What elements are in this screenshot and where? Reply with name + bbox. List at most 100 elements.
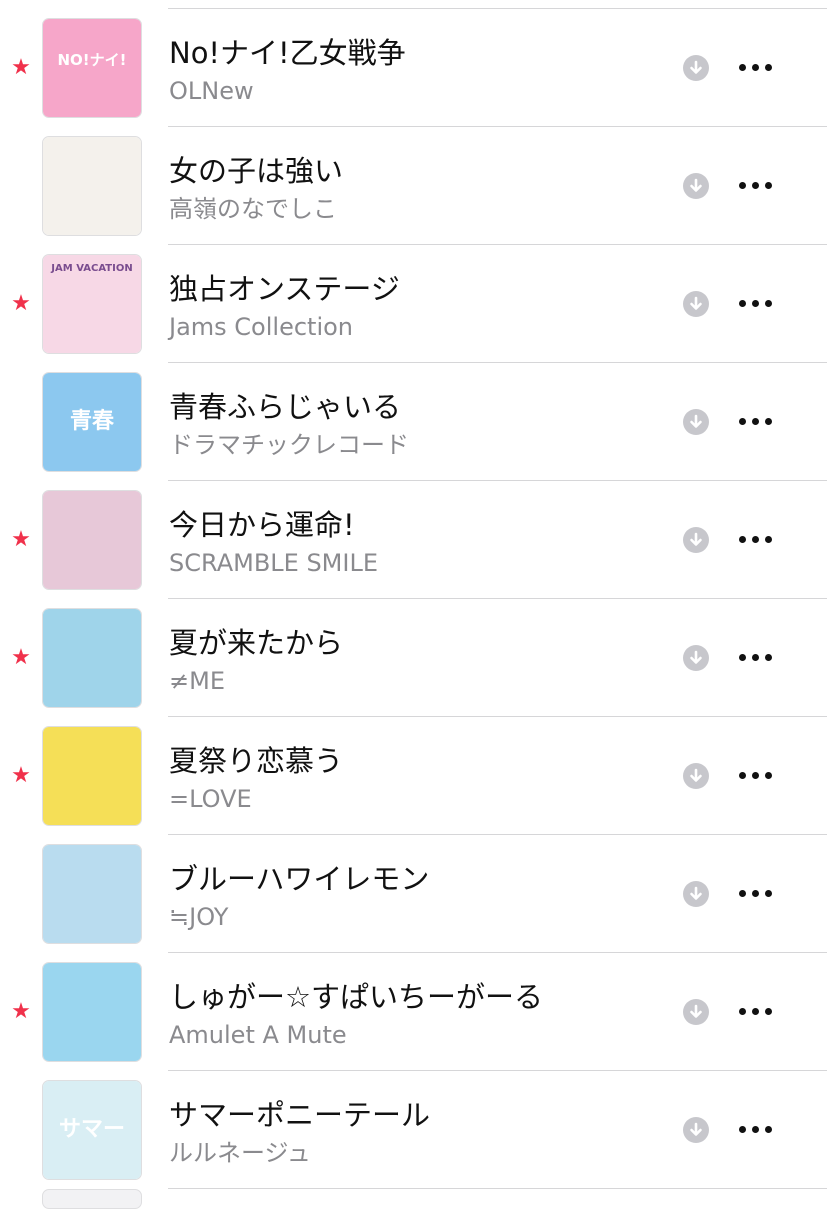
album-art[interactable] bbox=[42, 490, 142, 590]
more-dot bbox=[739, 772, 746, 779]
album-art[interactable]: JAM VACATION bbox=[42, 254, 142, 354]
more-dot bbox=[739, 300, 746, 307]
album-art[interactable] bbox=[42, 844, 142, 944]
more-dot bbox=[765, 772, 772, 779]
song-artist: ドラマチックレコード bbox=[169, 431, 409, 459]
album-art-image bbox=[43, 963, 141, 1061]
download-icon[interactable] bbox=[683, 173, 709, 199]
album-art[interactable]: 青春 bbox=[42, 372, 142, 472]
more-dot bbox=[739, 536, 746, 543]
more-dot bbox=[765, 182, 772, 189]
song-artist: 高嶺のなでしこ bbox=[169, 195, 337, 223]
star-icon: ★ bbox=[11, 999, 31, 1024]
more-dot bbox=[765, 890, 772, 897]
song-artist: SCRAMBLE SMILE bbox=[169, 549, 379, 577]
album-art-text: サマー bbox=[58, 1117, 125, 1142]
download-icon[interactable] bbox=[683, 527, 709, 553]
more-dot bbox=[765, 1008, 772, 1015]
album-art[interactable] bbox=[42, 136, 142, 236]
album-art[interactable] bbox=[42, 608, 142, 708]
album-art-partial bbox=[42, 1189, 142, 1209]
download-icon[interactable] bbox=[683, 291, 709, 317]
more-icon[interactable] bbox=[737, 53, 773, 83]
song-row[interactable]: ★ 夏が来たから ≠ME bbox=[0, 599, 827, 717]
more-dot bbox=[739, 890, 746, 897]
song-artist: =LOVE bbox=[169, 785, 252, 813]
song-title: 女の子は強い bbox=[169, 154, 344, 188]
star-icon: ★ bbox=[11, 291, 31, 316]
song-row[interactable]: ★ しゅがー☆すぱいちーがーる Amulet A Mute bbox=[0, 953, 827, 1071]
more-dot bbox=[765, 536, 772, 543]
more-icon[interactable] bbox=[737, 525, 773, 555]
more-dot bbox=[739, 418, 746, 425]
song-row[interactable]: 女の子は強い高嶺のなでしこ bbox=[0, 127, 827, 245]
song-row[interactable]: 青春 青春ふらじゃいるドラマチックレコード bbox=[0, 363, 827, 481]
album-art-image bbox=[43, 845, 141, 943]
more-dot bbox=[765, 418, 772, 425]
more-dot bbox=[752, 64, 759, 71]
more-dot bbox=[752, 536, 759, 543]
more-dot bbox=[752, 654, 759, 661]
song-row[interactable]: ブルーハワイレモン ≒JOY bbox=[0, 835, 827, 953]
album-art-text: NO!ナイ! bbox=[57, 51, 127, 69]
download-icon[interactable] bbox=[683, 763, 709, 789]
download-icon[interactable] bbox=[683, 645, 709, 671]
more-dot bbox=[752, 300, 759, 307]
more-icon[interactable] bbox=[737, 1115, 773, 1145]
song-artist: ルルネージュ bbox=[169, 1139, 311, 1167]
download-icon[interactable] bbox=[683, 1117, 709, 1143]
album-art[interactable] bbox=[42, 962, 142, 1062]
download-icon[interactable] bbox=[683, 999, 709, 1025]
more-dot bbox=[739, 1008, 746, 1015]
song-title: サマーポニーテール bbox=[169, 1098, 431, 1132]
more-icon[interactable] bbox=[737, 643, 773, 673]
album-art[interactable]: サマー bbox=[42, 1080, 142, 1180]
song-title: 独占オンステージ bbox=[169, 272, 400, 306]
song-artist: ≠ME bbox=[169, 667, 225, 695]
album-art-image bbox=[43, 491, 141, 589]
album-art-image bbox=[43, 727, 141, 825]
more-dot bbox=[752, 418, 759, 425]
song-row[interactable]: ★ JAM VACATION 独占オンステージ Jams Collection bbox=[0, 245, 827, 363]
more-dot bbox=[752, 1008, 759, 1015]
song-title: ブルーハワイレモン bbox=[169, 862, 430, 896]
song-row[interactable]: サマー サマーポニーテールルルネージュ bbox=[0, 1071, 827, 1189]
song-artist: Jams Collection bbox=[169, 313, 354, 341]
more-icon[interactable] bbox=[737, 171, 773, 201]
more-dot bbox=[752, 890, 759, 897]
download-icon[interactable] bbox=[683, 55, 709, 81]
more-icon[interactable] bbox=[737, 407, 773, 437]
star-icon: ★ bbox=[11, 527, 31, 552]
song-row[interactable]: ★ 今日から運命! SCRAMBLE SMILE bbox=[0, 481, 827, 599]
more-dot bbox=[739, 64, 746, 71]
album-art-image bbox=[43, 137, 141, 235]
more-dot bbox=[765, 300, 772, 307]
song-title: 青春ふらじゃいる bbox=[169, 390, 402, 424]
song-title: 夏祭り恋慕う bbox=[169, 744, 344, 778]
star-icon: ★ bbox=[11, 55, 31, 80]
song-row[interactable]: ★ NO!ナイ! No!ナイ!乙女戦争 OLNew bbox=[0, 9, 827, 127]
more-dot bbox=[739, 654, 746, 661]
more-icon[interactable] bbox=[737, 761, 773, 791]
more-dot bbox=[739, 182, 746, 189]
download-icon[interactable] bbox=[683, 881, 709, 907]
song-row[interactable]: ★ 夏祭り恋慕う =LOVE bbox=[0, 717, 827, 835]
download-icon[interactable] bbox=[683, 409, 709, 435]
album-art[interactable] bbox=[42, 726, 142, 826]
more-icon[interactable] bbox=[737, 997, 773, 1027]
star-icon: ★ bbox=[11, 763, 31, 788]
more-dot bbox=[739, 1126, 746, 1133]
more-dot bbox=[752, 1126, 759, 1133]
song-title: 夏が来たから bbox=[169, 626, 344, 660]
more-dot bbox=[752, 182, 759, 189]
album-art-text: 青春 bbox=[69, 409, 114, 434]
song-artist: Amulet A Mute bbox=[169, 1021, 347, 1049]
more-dot bbox=[765, 1126, 772, 1133]
song-list: ★ NO!ナイ! No!ナイ!乙女戦争 OLNew 女の子は強い 高嶺のなでしこ ★ JAM … bbox=[0, 0, 827, 1209]
song-title: 今日から運命! bbox=[169, 508, 355, 542]
more-icon[interactable] bbox=[737, 289, 773, 319]
more-icon[interactable] bbox=[737, 879, 773, 909]
album-art[interactable]: NO!ナイ! bbox=[42, 18, 142, 118]
song-title: しゅがー☆すぱいちーがーる bbox=[169, 980, 543, 1014]
song-artist: ≒JOY bbox=[169, 903, 229, 931]
